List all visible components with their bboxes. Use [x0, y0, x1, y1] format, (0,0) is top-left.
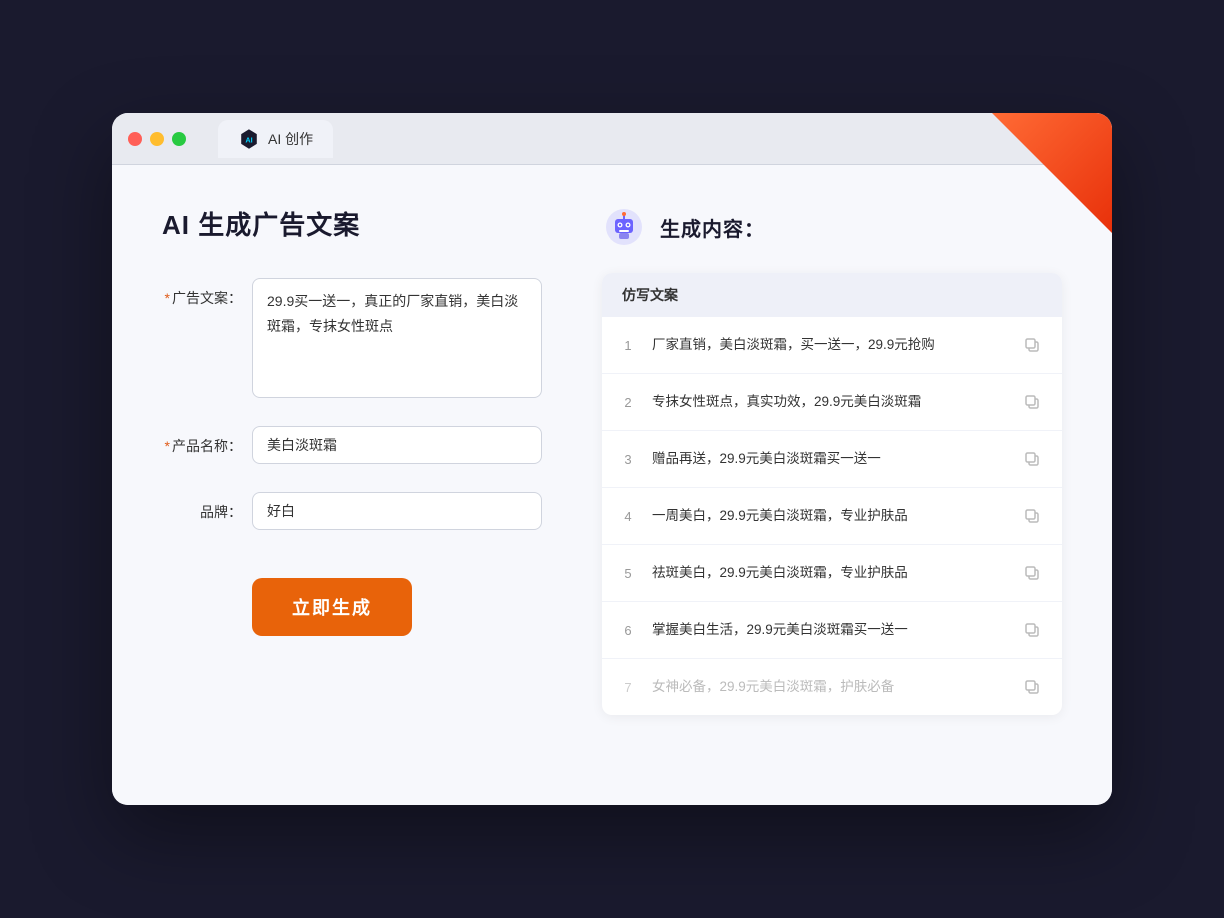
table-header: 仿写文案: [602, 273, 1062, 317]
generate-button[interactable]: 立即生成: [252, 578, 412, 636]
right-panel: 生成内容： 仿写文案 1 厂家直销，美白淡斑霜，买一送一，29.9元抢购 2 专抹女…: [602, 205, 1062, 765]
row-number: 6: [618, 623, 638, 638]
svg-text:AI: AI: [245, 135, 252, 144]
table-row: 4 一周美白，29.9元美白淡斑霜，专业护肤品: [602, 488, 1062, 545]
traffic-lights: [128, 132, 186, 146]
maximize-button[interactable]: [172, 132, 186, 146]
table-row: 2 专抹女性斑点，真实功效，29.9元美白淡斑霜: [602, 374, 1062, 431]
required-star-1: *: [165, 290, 170, 306]
copy-button[interactable]: [1018, 559, 1046, 587]
minimize-button[interactable]: [150, 132, 164, 146]
right-title: 生成内容：: [660, 213, 765, 242]
row-text: 赠品再送，29.9元美白淡斑霜买一送一: [652, 449, 1004, 469]
page-title: AI 生成广告文案: [162, 205, 542, 242]
row-text: 专抹女性斑点，真实功效，29.9元美白淡斑霜: [652, 392, 1004, 412]
row-number: 7: [618, 680, 638, 695]
product-name-label: *产品名称：: [162, 426, 242, 456]
browser-window: AI AI 创作 AI 生成广告文案 *广告文案： *产品名称：: [112, 113, 1112, 805]
ad-copy-label: *广告文案：: [162, 278, 242, 308]
table-row: 7 女神必备，29.9元美白淡斑霜，护肤必备: [602, 659, 1062, 715]
results-table: 仿写文案 1 厂家直销，美白淡斑霜，买一送一，29.9元抢购 2 专抹女性斑点，真实…: [602, 273, 1062, 715]
table-row: 5 祛斑美白，29.9元美白淡斑霜，专业护肤品: [602, 545, 1062, 602]
row-text: 厂家直销，美白淡斑霜，买一送一，29.9元抢购: [652, 335, 1004, 355]
copy-button[interactable]: [1018, 331, 1046, 359]
row-number: 1: [618, 338, 638, 353]
browser-titlebar: AI AI 创作: [112, 113, 1112, 165]
row-text: 女神必备，29.9元美白淡斑霜，护肤必备: [652, 677, 1004, 697]
table-row: 3 赠品再送，29.9元美白淡斑霜买一送一: [602, 431, 1062, 488]
row-text: 一周美白，29.9元美白淡斑霜，专业护肤品: [652, 506, 1004, 526]
table-body: 1 厂家直销，美白淡斑霜，买一送一，29.9元抢购 2 专抹女性斑点，真实功效，29…: [602, 317, 1062, 715]
copy-button[interactable]: [1018, 673, 1046, 701]
row-number: 2: [618, 395, 638, 410]
browser-content: AI 生成广告文案 *广告文案： *产品名称： 品牌： 立: [112, 165, 1112, 805]
brand-group: 品牌：: [162, 492, 542, 530]
tab-area: AI AI 创作: [218, 120, 333, 158]
ai-tab[interactable]: AI AI 创作: [218, 120, 333, 158]
right-header: 生成内容：: [602, 205, 1062, 249]
required-star-2: *: [165, 438, 170, 454]
product-name-group: *产品名称：: [162, 426, 542, 464]
row-number: 3: [618, 452, 638, 467]
ai-tab-icon: AI: [238, 128, 260, 150]
copy-button[interactable]: [1018, 616, 1046, 644]
copy-button[interactable]: [1018, 502, 1046, 530]
left-panel: AI 生成广告文案 *广告文案： *产品名称： 品牌： 立: [162, 205, 542, 765]
copy-button[interactable]: [1018, 445, 1046, 473]
row-number: 4: [618, 509, 638, 524]
row-number: 5: [618, 566, 638, 581]
robot-icon: [602, 205, 646, 249]
copy-button[interactable]: [1018, 388, 1046, 416]
brand-input[interactable]: [252, 492, 542, 530]
row-text: 掌握美白生活，29.9元美白淡斑霜买一送一: [652, 620, 1004, 640]
brand-label: 品牌：: [162, 492, 242, 522]
ad-copy-group: *广告文案：: [162, 278, 542, 398]
ad-copy-input[interactable]: [252, 278, 542, 398]
close-button[interactable]: [128, 132, 142, 146]
product-name-input[interactable]: [252, 426, 542, 464]
table-row: 1 厂家直销，美白淡斑霜，买一送一，29.9元抢购: [602, 317, 1062, 374]
row-text: 祛斑美白，29.9元美白淡斑霜，专业护肤品: [652, 563, 1004, 583]
tab-label: AI 创作: [268, 129, 313, 149]
table-row: 6 掌握美白生活，29.9元美白淡斑霜买一送一: [602, 602, 1062, 659]
